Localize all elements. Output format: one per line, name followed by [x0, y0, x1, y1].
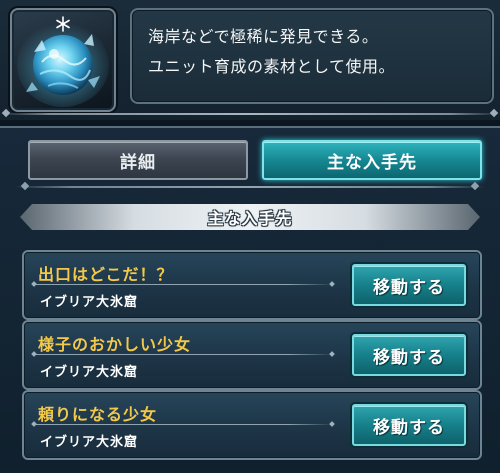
- source-title: 頼りになる少女: [38, 405, 158, 424]
- source-entry: 出口はどこだ！？ イブリア大氷窟 移動する: [22, 250, 482, 320]
- source-title: 様子のおかしい少女: [38, 335, 192, 354]
- item-icon-frame: [10, 8, 116, 112]
- entry-divider: [34, 354, 334, 355]
- source-location: イブリア大氷窟: [40, 295, 139, 310]
- source-location: イブリア大氷窟: [40, 365, 139, 380]
- tab-main-sources[interactable]: 主な入手先: [262, 140, 482, 180]
- source-entry: 様子のおかしい少女 イブリア大氷窟 移動する: [22, 320, 482, 390]
- item-description-line-1: 海岸などで極稀に発見できる。: [148, 27, 379, 46]
- frost-crystal-orb-icon: [17, 16, 109, 107]
- source-title: 出口はどこだ！？: [38, 265, 174, 284]
- source-entry: 頼りになる少女 イブリア大氷窟 移動する: [22, 390, 482, 460]
- section-banner: 主な入手先: [20, 204, 480, 230]
- section-title: 主な入手先: [207, 209, 293, 228]
- move-button[interactable]: 移動する: [352, 264, 466, 306]
- tab-divider: [14, 186, 486, 188]
- item-description-box: 海岸などで極稀に発見できる。 ユニット育成の素材として使用。: [130, 8, 494, 104]
- tab-details[interactable]: 詳細: [28, 140, 248, 180]
- entry-divider: [34, 284, 334, 285]
- move-button[interactable]: 移動する: [352, 334, 466, 376]
- source-location: イブリア大氷窟: [40, 435, 139, 450]
- header-divider: [0, 113, 500, 115]
- entry-divider: [34, 424, 334, 425]
- item-description-line-2: ユニット育成の素材として使用。: [148, 57, 396, 76]
- move-button[interactable]: 移動する: [352, 404, 466, 446]
